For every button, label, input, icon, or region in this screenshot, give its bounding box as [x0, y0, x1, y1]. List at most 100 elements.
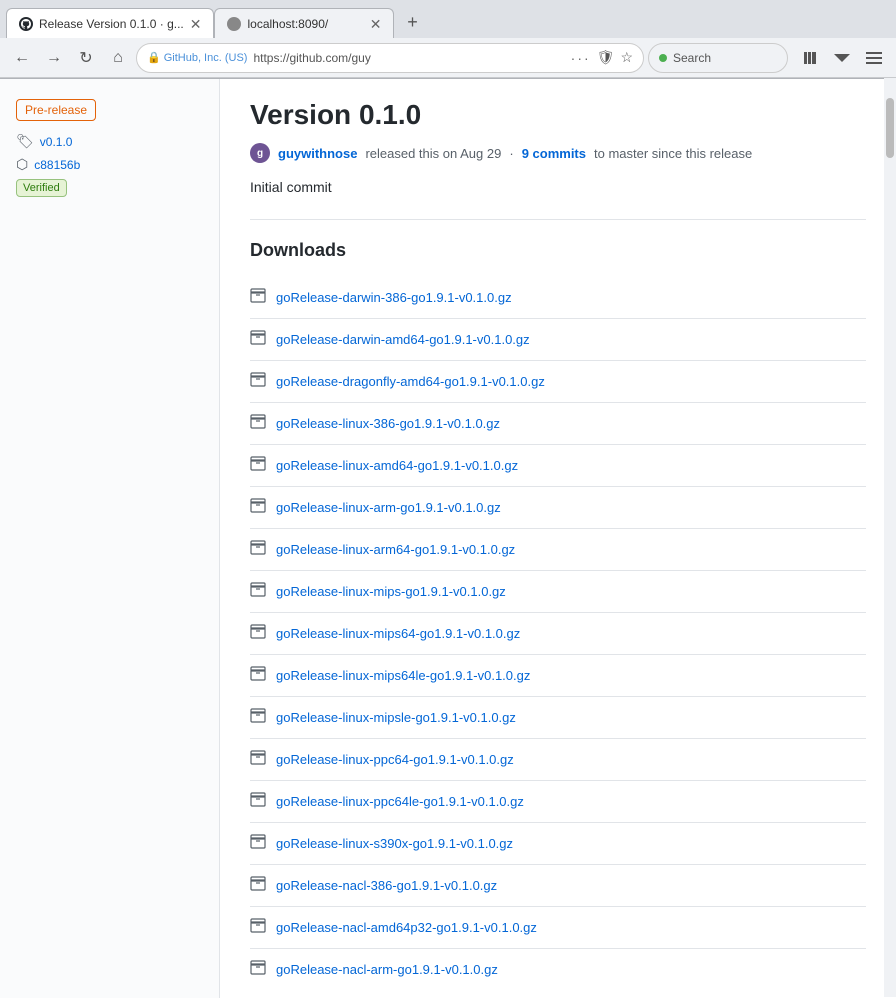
forward-button[interactable]: → [40, 44, 68, 72]
browser-chrome: Release Version 0.1.0 · g... ✕ localhost… [0, 0, 896, 79]
commits-link[interactable]: 9 commits [522, 146, 586, 161]
download-link[interactable]: goRelease-linux-arm-go1.9.1-v0.1.0.gz [276, 500, 501, 515]
download-link[interactable]: goRelease-darwin-386-go1.9.1-v0.1.0.gz [276, 290, 512, 305]
library-icon[interactable] [796, 44, 824, 72]
archive-icon [250, 623, 266, 644]
green-status-dot [659, 54, 667, 62]
tab-close-active[interactable]: ✕ [190, 17, 202, 31]
archive-icon [250, 287, 266, 308]
tab-bar: Release Version 0.1.0 · g... ✕ localhost… [0, 0, 896, 38]
release-meta: g guywithnose released this on Aug 29 · … [250, 143, 866, 163]
download-link[interactable]: goRelease-linux-s390x-go1.9.1-v0.1.0.gz [276, 836, 513, 851]
download-link[interactable]: goRelease-nacl-386-go1.9.1-v0.1.0.gz [276, 878, 497, 893]
home-button[interactable]: ⌂ [104, 44, 132, 72]
search-label[interactable]: Search [673, 51, 711, 65]
download-link[interactable]: goRelease-linux-mips64-go1.9.1-v0.1.0.gz [276, 626, 520, 641]
archive-icon [250, 833, 266, 854]
verified-item: Verified [16, 179, 203, 197]
tab-title-localhost: localhost:8090/ [247, 17, 363, 31]
archive-icon [250, 581, 266, 602]
bookmark-icon[interactable]: ☆ [620, 49, 633, 66]
download-item: goRelease-linux-arm-go1.9.1-v0.1.0.gz [250, 487, 866, 529]
download-item: goRelease-linux-ppc64-go1.9.1-v0.1.0.gz [250, 739, 866, 781]
tab-localhost[interactable]: localhost:8090/ ✕ [214, 8, 394, 38]
download-link[interactable]: goRelease-nacl-arm-go1.9.1-v0.1.0.gz [276, 962, 498, 977]
nav-bar: ← → ↻ ⌂ 🔒 GitHub, Inc. (US) https://gith… [0, 38, 896, 78]
section-divider [250, 219, 866, 220]
archive-icon [250, 791, 266, 812]
archive-icon [250, 413, 266, 434]
page-scroll-area[interactable]: Pre-release 🏷 v0.1.0 ⬡ c88156b Verified … [0, 79, 896, 998]
download-item: goRelease-nacl-amd64p32-go1.9.1-v0.1.0.g… [250, 907, 866, 949]
commit-link[interactable]: c88156b [34, 158, 80, 172]
menu-icon[interactable] [860, 44, 888, 72]
pre-release-badge[interactable]: Pre-release [16, 99, 96, 121]
archive-icon [250, 497, 266, 518]
download-link[interactable]: goRelease-linux-mipsle-go1.9.1-v0.1.0.gz [276, 710, 516, 725]
download-item: goRelease-linux-mips64le-go1.9.1-v0.1.0.… [250, 655, 866, 697]
verified-badge[interactable]: Verified [16, 179, 67, 197]
download-link[interactable]: goRelease-linux-ppc64-go1.9.1-v0.1.0.gz [276, 752, 514, 767]
download-link[interactable]: goRelease-linux-mips64le-go1.9.1-v0.1.0.… [276, 668, 530, 683]
released-text: released this on Aug 29 [365, 146, 501, 161]
archive-icon [250, 707, 266, 728]
initial-commit-text: Initial commit [250, 179, 866, 195]
author-link[interactable]: guywithnose [278, 146, 357, 161]
commits-suffix: to master since this release [594, 146, 752, 161]
avatar: g [250, 143, 270, 163]
new-tab-button[interactable]: + [398, 8, 426, 36]
commit-item: ⬡ c88156b [16, 156, 203, 173]
download-link[interactable]: goRelease-linux-amd64-go1.9.1-v0.1.0.gz [276, 458, 518, 473]
archive-icon [250, 329, 266, 350]
shield-icon: 🛡 [597, 49, 615, 66]
commit-icon: ⬡ [16, 156, 28, 173]
archive-icon [250, 539, 266, 560]
github-favicon [19, 17, 33, 31]
archive-icon [250, 665, 266, 686]
security-indicator: 🔒 GitHub, Inc. (US) [147, 51, 247, 64]
url-text[interactable]: https://github.com/guy [253, 51, 564, 65]
search-box[interactable]: Search [648, 43, 788, 73]
release-title: Version 0.1.0 [250, 99, 866, 131]
download-item: goRelease-linux-s390x-go1.9.1-v0.1.0.gz [250, 823, 866, 865]
localhost-favicon [227, 17, 241, 31]
download-item: goRelease-linux-mips-go1.9.1-v0.1.0.gz [250, 571, 866, 613]
archive-icon [250, 917, 266, 938]
download-item: goRelease-linux-arm64-go1.9.1-v0.1.0.gz [250, 529, 866, 571]
download-item: goRelease-linux-ppc64le-go1.9.1-v0.1.0.g… [250, 781, 866, 823]
vertical-scrollbar[interactable] [884, 78, 896, 997]
download-link[interactable]: goRelease-nacl-amd64p32-go1.9.1-v0.1.0.g… [276, 920, 537, 935]
download-link[interactable]: goRelease-linux-mips-go1.9.1-v0.1.0.gz [276, 584, 506, 599]
download-item: goRelease-linux-mips64-go1.9.1-v0.1.0.gz [250, 613, 866, 655]
browser-extra-buttons [796, 44, 888, 72]
download-item: goRelease-linux-386-go1.9.1-v0.1.0.gz [250, 403, 866, 445]
archive-icon [250, 371, 266, 392]
download-link[interactable]: goRelease-linux-ppc64le-go1.9.1-v0.1.0.g… [276, 794, 524, 809]
archive-icon [250, 875, 266, 896]
download-item: goRelease-darwin-386-go1.9.1-v0.1.0.gz [250, 277, 866, 319]
download-item: goRelease-darwin-amd64-go1.9.1-v0.1.0.gz [250, 319, 866, 361]
tag-item: 🏷 v0.1.0 [16, 133, 203, 150]
download-link[interactable]: goRelease-linux-arm64-go1.9.1-v0.1.0.gz [276, 542, 515, 557]
archive-icon [250, 749, 266, 770]
security-label: GitHub, Inc. (US) [164, 52, 248, 64]
tab-active[interactable]: Release Version 0.1.0 · g... ✕ [6, 8, 214, 38]
v-scrollbar-thumb[interactable] [886, 98, 894, 158]
downloads-title: Downloads [250, 240, 866, 261]
address-bar[interactable]: 🔒 GitHub, Inc. (US) https://github.com/g… [136, 43, 644, 73]
tab-title-active: Release Version 0.1.0 · g... [39, 17, 184, 31]
back-button[interactable]: ← [8, 44, 36, 72]
more-icon[interactable] [828, 44, 856, 72]
reload-button[interactable]: ↻ [72, 44, 100, 72]
download-link[interactable]: goRelease-dragonfly-amd64-go1.9.1-v0.1.0… [276, 374, 545, 389]
download-link[interactable]: goRelease-darwin-amd64-go1.9.1-v0.1.0.gz [276, 332, 530, 347]
page-wrapper: Pre-release 🏷 v0.1.0 ⬡ c88156b Verified … [0, 79, 896, 998]
tag-icon: 🏷 [16, 133, 34, 150]
tag-link[interactable]: v0.1.0 [40, 135, 73, 149]
more-options-button[interactable]: ··· [571, 50, 591, 66]
tab-close-localhost[interactable]: ✕ [370, 17, 382, 31]
archive-icon [250, 455, 266, 476]
download-item: goRelease-nacl-arm-go1.9.1-v0.1.0.gz [250, 949, 866, 990]
download-link[interactable]: goRelease-linux-386-go1.9.1-v0.1.0.gz [276, 416, 500, 431]
download-item: goRelease-dragonfly-amd64-go1.9.1-v0.1.0… [250, 361, 866, 403]
